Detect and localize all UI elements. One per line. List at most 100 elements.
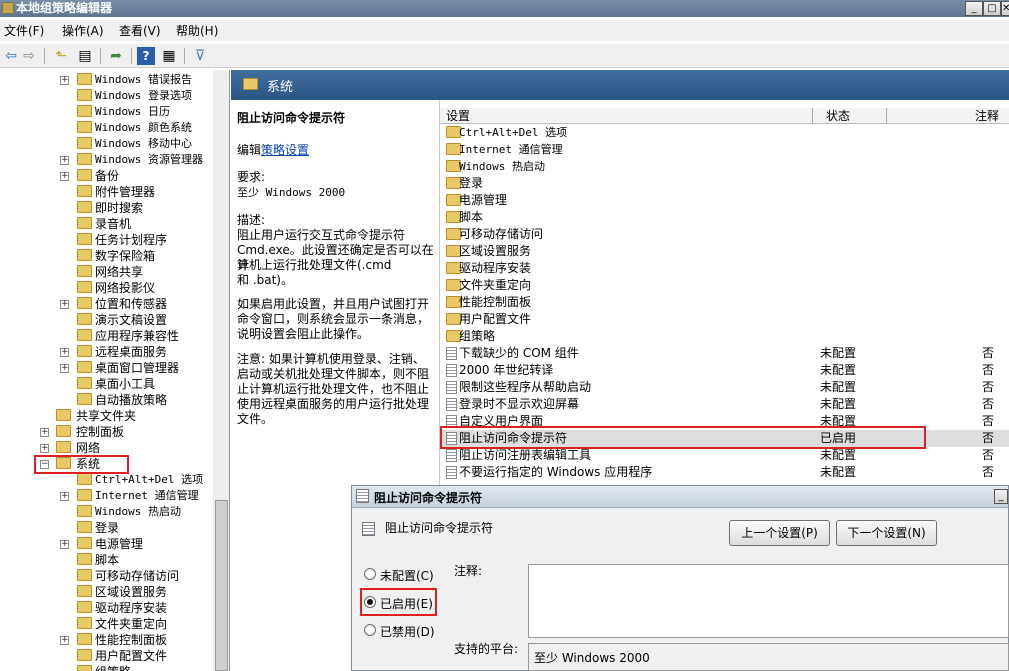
tree-node[interactable]: 脚本	[0, 552, 213, 568]
list-item[interactable]: Windows 热启动	[440, 158, 1009, 175]
tree-node[interactable]: + Windows 资源管理器	[0, 152, 213, 168]
tree-node[interactable]: 演示文稿设置	[0, 312, 213, 328]
tree-node[interactable]: 用户配置文件	[0, 648, 213, 664]
column-note[interactable]: 注释	[975, 108, 999, 124]
tree-node[interactable]: 自动播放策略	[0, 392, 213, 408]
expand-icon[interactable]: +	[40, 444, 49, 453]
list-item[interactable]: 驱动程序安装	[440, 260, 1009, 277]
tree-node[interactable]: 区域设置服务	[0, 584, 213, 600]
tree-node[interactable]: 桌面小工具	[0, 376, 213, 392]
radio-disabled-label[interactable]: 已禁用(D)	[380, 623, 435, 640]
tree-node[interactable]: Windows 日历	[0, 104, 213, 120]
list-item[interactable]: 性能控制面板	[440, 294, 1009, 311]
minimize-button[interactable]: _	[965, 1, 983, 16]
comment-textarea[interactable]	[528, 564, 1009, 638]
tree-node[interactable]: Windows 移动中心	[0, 136, 213, 152]
expand-icon[interactable]: +	[60, 172, 69, 181]
expand-icon[interactable]: +	[40, 428, 49, 437]
list-item[interactable]: 区域设置服务	[440, 243, 1009, 260]
menu-help[interactable]: 帮助(H)	[176, 22, 218, 39]
expand-icon[interactable]: +	[60, 76, 69, 85]
radio-not-configured-label[interactable]: 未配置(C)	[380, 567, 434, 584]
list-item-name: 文件夹重定向	[459, 278, 532, 292]
description-text-line: 如果启用此设置，并且用户试图打开	[237, 297, 430, 311]
column-setting[interactable]: 设置	[446, 108, 470, 124]
export-list-icon[interactable]: ➦	[107, 47, 125, 65]
tree-node[interactable]: 附件管理器	[0, 184, 213, 200]
column-divider[interactable]	[812, 108, 813, 124]
list-item[interactable]: 组策略	[440, 328, 1009, 345]
tree-node[interactable]: + Windows 错误报告	[0, 72, 213, 88]
policy-row[interactable]: 限制这些程序从帮助启动 未配置 否	[440, 379, 1009, 396]
tree-node[interactable]: 登录	[0, 520, 213, 536]
forward-icon[interactable]: ⇨	[20, 47, 38, 65]
list-item[interactable]: 脚本	[440, 209, 1009, 226]
policy-row[interactable]: 阻止访问注册表编辑工具 未配置 否	[440, 447, 1009, 464]
tree-node[interactable]: + 网络	[0, 440, 213, 456]
policy-row[interactable]: 2000 年世纪转译 未配置 否	[440, 362, 1009, 379]
menu-file[interactable]: 文件(F)	[4, 22, 44, 39]
menu-view[interactable]: 查看(V)	[119, 22, 161, 39]
tree-node[interactable]: 可移动存储访问	[0, 568, 213, 584]
tree-node[interactable]: 驱动程序安装	[0, 600, 213, 616]
column-state[interactable]: 状态	[826, 108, 850, 124]
list-item[interactable]: 用户配置文件	[440, 311, 1009, 328]
tree-node[interactable]: + 备份	[0, 168, 213, 184]
policy-row[interactable]: 下载缺少的 COM 组件 未配置 否	[440, 345, 1009, 362]
previous-setting-button[interactable]: 上一个设置(P)	[729, 520, 830, 546]
tree-node[interactable]: 文件夹重定向	[0, 616, 213, 632]
show-hide-tree-icon[interactable]: ▤	[76, 47, 94, 65]
expand-icon[interactable]: +	[60, 348, 69, 357]
column-divider[interactable]	[886, 108, 887, 124]
tree-node[interactable]: Windows 登录选项	[0, 88, 213, 104]
tree-node[interactable]: 任务计划程序	[0, 232, 213, 248]
properties-icon[interactable]: ▦	[160, 47, 178, 65]
tree-node-label: Windows 错误报告	[95, 73, 192, 86]
policy-row[interactable]: 不要运行指定的 Windows 应用程序 未配置 否	[440, 464, 1009, 481]
tree-node[interactable]: + 桌面窗口管理器	[0, 360, 213, 376]
help-icon[interactable]: ?	[137, 47, 155, 65]
tree-node[interactable]: + 远程桌面服务	[0, 344, 213, 360]
edit-policy-link[interactable]: 策略设置	[261, 143, 309, 157]
tree-node[interactable]: 数字保险箱	[0, 248, 213, 264]
filter-icon[interactable]: ⊽	[191, 47, 209, 65]
list-item[interactable]: Ctrl+Alt+Del 选项	[440, 124, 1009, 141]
list-item[interactable]: 可移动存储访问	[440, 226, 1009, 243]
tree-node[interactable]: 录音机	[0, 216, 213, 232]
list-item[interactable]: 登录	[440, 175, 1009, 192]
tree-node[interactable]: + Internet 通信管理	[0, 488, 213, 504]
expand-icon[interactable]: +	[60, 636, 69, 645]
expand-icon[interactable]: +	[60, 300, 69, 309]
policy-row[interactable]: 登录时不显示欢迎屏幕 未配置 否	[440, 396, 1009, 413]
list-item[interactable]: Internet 通信管理	[440, 141, 1009, 158]
tree-node[interactable]: Windows 颜色系统	[0, 120, 213, 136]
maximize-button[interactable]: □	[983, 1, 1001, 16]
tree-node[interactable]: 组策略	[0, 664, 213, 671]
tree-node[interactable]: + 位置和传感器	[0, 296, 213, 312]
next-setting-button[interactable]: 下一个设置(N)	[836, 520, 937, 546]
radio-not-configured[interactable]	[364, 568, 376, 580]
expand-icon[interactable]: +	[60, 364, 69, 373]
expand-icon[interactable]: +	[60, 540, 69, 549]
tree-node[interactable]: 应用程序兼容性	[0, 328, 213, 344]
menu-action[interactable]: 操作(A)	[62, 22, 104, 39]
list-item[interactable]: 文件夹重定向	[440, 277, 1009, 294]
expand-icon[interactable]: +	[60, 492, 69, 501]
tree-node[interactable]: + 控制面板	[0, 424, 213, 440]
list-item[interactable]: 电源管理	[440, 192, 1009, 209]
tree-node[interactable]: + 性能控制面板	[0, 632, 213, 648]
tree-node[interactable]: 共享文件夹	[0, 408, 213, 424]
up-folder-icon[interactable]: ⬑	[52, 47, 70, 65]
close-button[interactable]: ✕	[1001, 1, 1009, 16]
back-icon[interactable]: ⇦	[2, 47, 20, 65]
tree-node[interactable]: 即时搜索	[0, 200, 213, 216]
radio-disabled[interactable]	[364, 624, 376, 636]
tree-scrollbar-thumb[interactable]	[215, 500, 228, 671]
tree-node[interactable]: Windows 热启动	[0, 504, 213, 520]
expand-icon[interactable]: +	[60, 156, 69, 165]
dialog-minimize-button[interactable]: _	[994, 489, 1008, 504]
tree-node[interactable]: + 电源管理	[0, 536, 213, 552]
tree-node[interactable]: 网络共享	[0, 264, 213, 280]
tree-node[interactable]: Ctrl+Alt+Del 选项	[0, 472, 213, 488]
tree-node[interactable]: 网络投影仪	[0, 280, 213, 296]
